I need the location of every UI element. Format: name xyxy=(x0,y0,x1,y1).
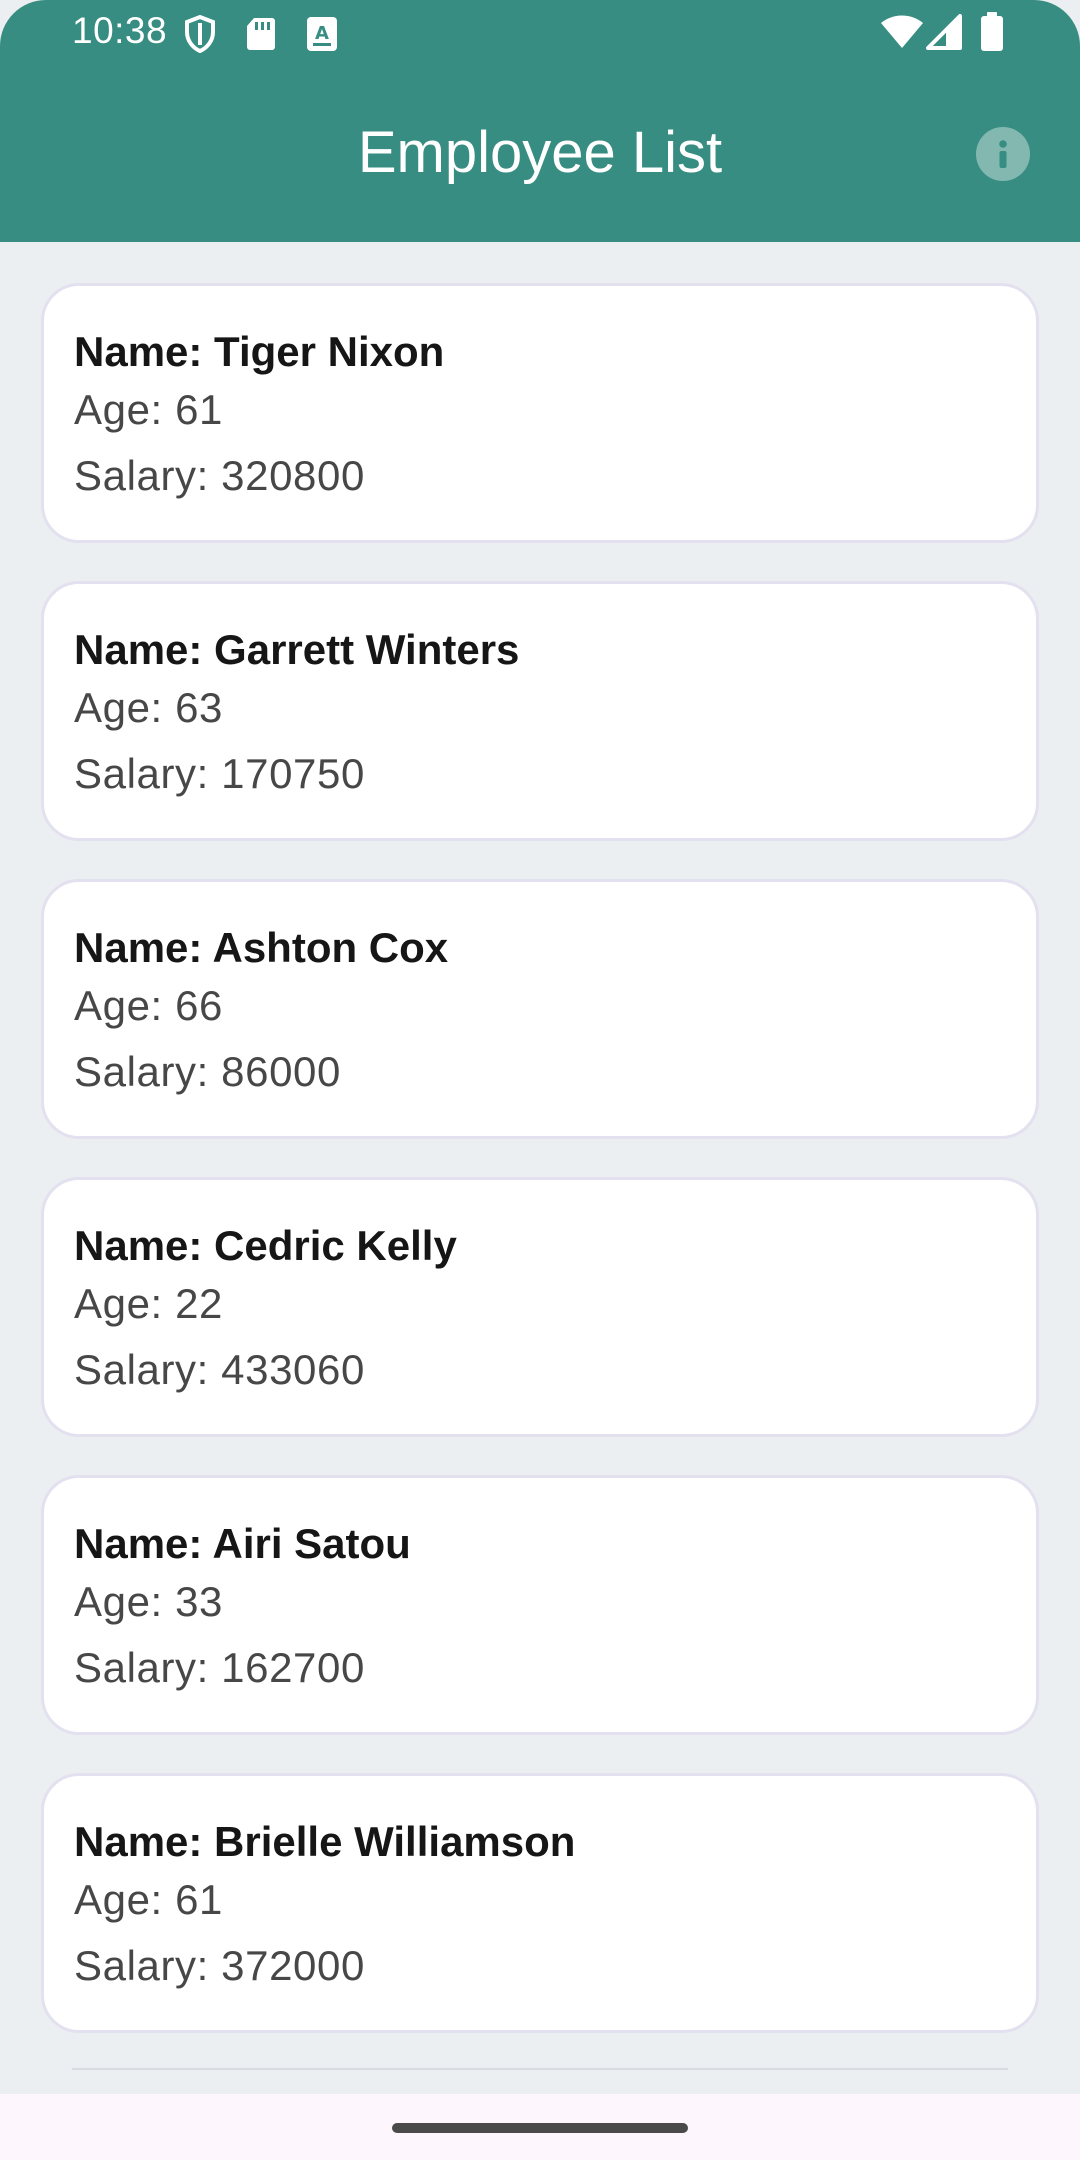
battery-icon xyxy=(981,12,1003,51)
employee-age: Age: 63 xyxy=(74,684,223,731)
employee-name: Name: Airi Satou xyxy=(74,1520,411,1567)
employee-card[interactable]: Name: Cedric Kelly Age: 22 Salary: 43306… xyxy=(41,1177,1039,1437)
employee-age: Age: 22 xyxy=(74,1280,223,1327)
employee-card[interactable]: Name: Airi Satou Age: 33 Salary: 162700 xyxy=(41,1475,1039,1735)
employee-card[interactable]: Name: Brielle Williamson Age: 61 Salary:… xyxy=(41,1773,1039,2033)
employee-card[interactable]: Name: Garrett Winters Age: 63 Salary: 17… xyxy=(41,581,1039,841)
sd-card-icon xyxy=(247,18,275,50)
employee-name: Name: Garrett Winters xyxy=(74,626,520,673)
employee-card[interactable]: Name: Ashton Cox Age: 66 Salary: 86000 xyxy=(41,879,1039,1139)
home-gesture-handle[interactable] xyxy=(392,2123,688,2133)
employee-age: Age: 61 xyxy=(74,386,223,433)
employee-name: Name: Tiger Nixon xyxy=(74,328,445,375)
employee-list: Name: Tiger Nixon Age: 61 Salary: 320800… xyxy=(41,283,1039,2071)
employee-salary: Salary: 86000 xyxy=(74,1048,341,1095)
employee-name: Name: Ashton Cox xyxy=(74,924,449,971)
wifi-icon xyxy=(881,15,923,48)
employee-age: Age: 33 xyxy=(74,1578,223,1625)
info-button[interactable] xyxy=(976,127,1030,181)
shield-icon xyxy=(185,15,215,53)
status-time: 10:38 xyxy=(72,10,168,51)
next-card-edge xyxy=(72,2068,1008,2070)
page-title: Employee List xyxy=(357,120,723,185)
employee-name: Name: Cedric Kelly xyxy=(74,1222,457,1269)
employee-age: Age: 61 xyxy=(74,1876,223,1923)
employee-salary: Salary: 320800 xyxy=(74,452,365,499)
employee-salary: Salary: 162700 xyxy=(74,1644,365,1691)
cellular-signal-icon xyxy=(926,14,962,50)
info-icon xyxy=(999,140,1007,168)
employee-name: Name: Brielle Williamson xyxy=(74,1818,576,1865)
employee-card[interactable]: Name: Tiger Nixon Age: 61 Salary: 320800 xyxy=(41,283,1039,543)
employee-salary: Salary: 372000 xyxy=(74,1942,365,1989)
employee-salary: Salary: 433060 xyxy=(74,1346,365,1393)
employee-age: Age: 66 xyxy=(74,982,223,1029)
svg-text:A: A xyxy=(315,23,329,44)
keyboard-a-icon: A xyxy=(307,17,337,51)
status-bar: 10:38 A xyxy=(0,0,1080,66)
employee-salary: Salary: 170750 xyxy=(74,750,365,797)
app-bar: 10:38 A Employee List xyxy=(0,0,1080,242)
